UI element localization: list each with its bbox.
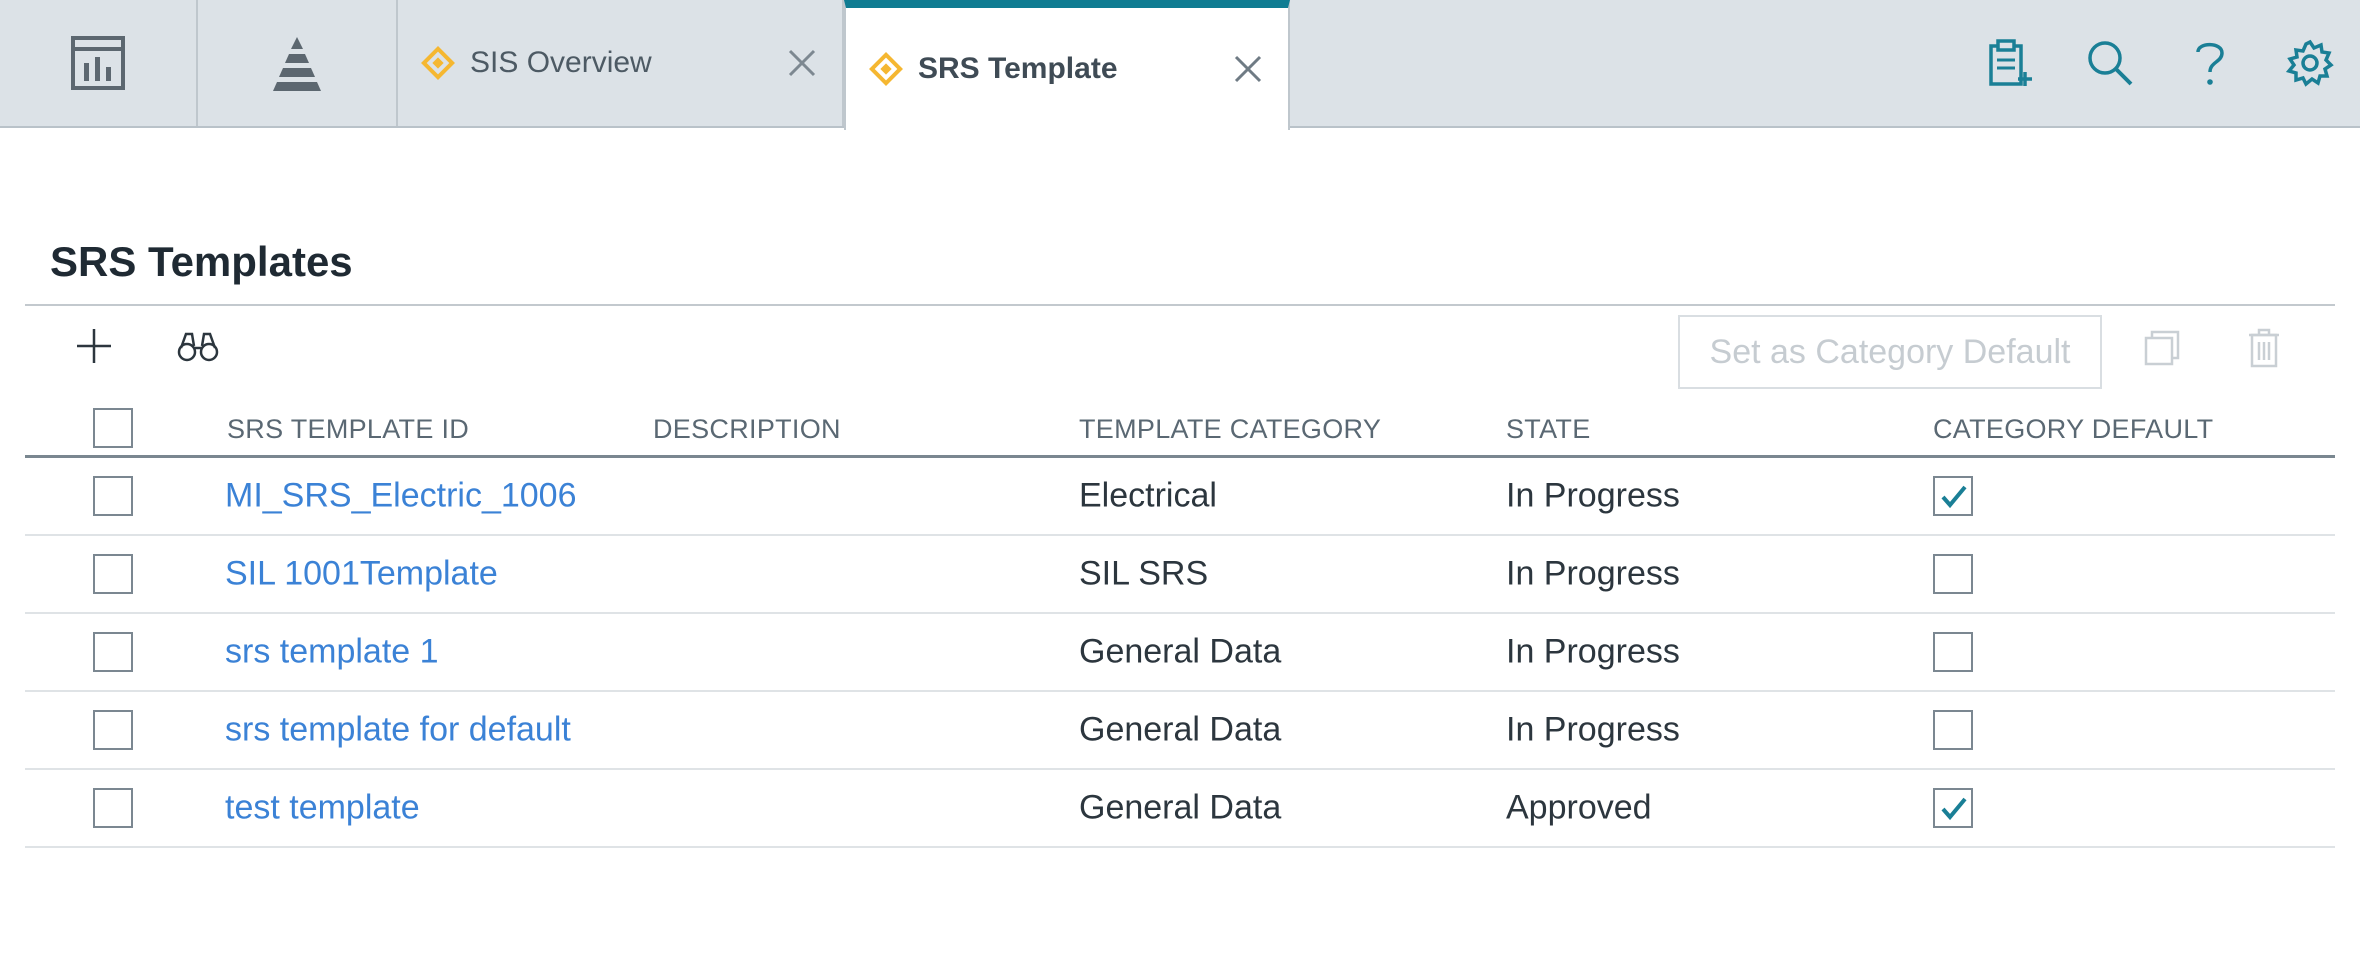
pyramid-icon [273,37,321,91]
table-row[interactable]: srs template for default General Data In P… [25,692,2335,770]
template-category-cell: General Data [1079,710,1282,749]
template-category-cell: SIL SRS [1079,554,1209,593]
state-cell: In Progress [1506,554,1680,593]
divider [25,304,2335,306]
trash-icon [2249,328,2279,368]
state-cell: In Progress [1506,632,1680,671]
table-row[interactable]: srs template 1 General Data In Progress [25,614,2335,692]
search-button[interactable] [2060,13,2160,113]
dashboard-icon [71,36,125,90]
help-button[interactable] [2160,13,2260,113]
row-select-checkbox[interactable] [93,476,133,516]
clipboard-add-icon [1989,39,2032,86]
copy-button[interactable] [2132,318,2192,378]
diamond-icon [868,51,904,87]
page-title: SRS Templates [50,238,353,285]
template-id-link[interactable]: srs template for default [225,711,571,750]
set-category-default-button[interactable]: Set as Category Default [1678,315,2102,389]
state-cell: In Progress [1506,476,1680,515]
header-srs-template-id[interactable]: SRS TEMPLATE ID [227,414,469,445]
delete-button[interactable] [2234,318,2294,378]
header-state[interactable]: STATE [1506,414,1591,445]
settings-button[interactable] [2260,13,2360,113]
new-record-button[interactable] [1960,13,2060,113]
add-button[interactable] [64,316,124,376]
state-cell: In Progress [1506,710,1680,749]
table-row[interactable]: test template General Data Approved [25,770,2335,848]
row-select-checkbox[interactable] [93,788,133,828]
category-default-checkbox[interactable] [1933,788,1973,828]
close-icon[interactable] [784,45,820,81]
table-row[interactable]: MI_SRS_Electric_1006 Electrical In Progres… [25,458,2335,536]
select-all-checkbox[interactable] [93,408,133,448]
category-default-checkbox[interactable] [1933,632,1973,672]
template-id-link[interactable]: SIL 1001Template [225,555,498,594]
find-button[interactable] [168,316,228,376]
category-default-checkbox[interactable] [1933,554,1973,594]
row-select-checkbox[interactable] [93,710,133,750]
close-icon[interactable] [1230,51,1266,87]
gear-icon [2285,39,2334,87]
tab-label: SRS Template [918,52,1118,85]
tab-sis-overview[interactable]: SIS Overview [398,0,844,126]
copy-icon [2144,330,2180,366]
plus-icon [77,329,111,363]
state-cell: Approved [1506,788,1652,827]
template-id-link[interactable]: MI_SRS_Electric_1006 [225,477,577,516]
dashboard-tab[interactable] [0,0,198,126]
template-id-link[interactable]: test template [225,789,420,828]
header-category-default[interactable]: CATEGORY DEFAULT [1933,414,2213,445]
category-default-checkbox[interactable] [1933,710,1973,750]
template-category-cell: General Data [1079,788,1282,827]
template-category-cell: Electrical [1079,476,1217,515]
table-body: MI_SRS_Electric_1006 Electrical In Progres… [25,458,2335,848]
diamond-icon [420,45,456,81]
binoculars-icon [177,332,219,362]
search-icon [2088,41,2133,86]
tab-label: SIS Overview [470,46,652,79]
srs-templates-table: SRS TEMPLATE ID DESCRIPTION TEMPLATE CAT… [25,396,2335,848]
top-tab-bar: SIS Overview SRS Template [0,0,2360,130]
tab-srs-template[interactable]: SRS Template [844,0,1290,130]
template-category-cell: General Data [1079,632,1282,671]
global-tools [1960,0,2360,126]
header-description[interactable]: DESCRIPTION [653,414,841,445]
row-select-checkbox[interactable] [93,554,133,594]
table-header: SRS TEMPLATE ID DESCRIPTION TEMPLATE CAT… [25,396,2335,458]
category-default-checkbox[interactable] [1933,476,1973,516]
help-icon [2196,42,2224,85]
template-id-link[interactable]: srs template 1 [225,633,439,672]
row-select-checkbox[interactable] [93,632,133,672]
asset-hierarchy-tab[interactable] [198,0,398,126]
table-row[interactable]: SIL 1001Template SIL SRS In Progress [25,536,2335,614]
header-template-category[interactable]: TEMPLATE CATEGORY [1079,414,1381,445]
